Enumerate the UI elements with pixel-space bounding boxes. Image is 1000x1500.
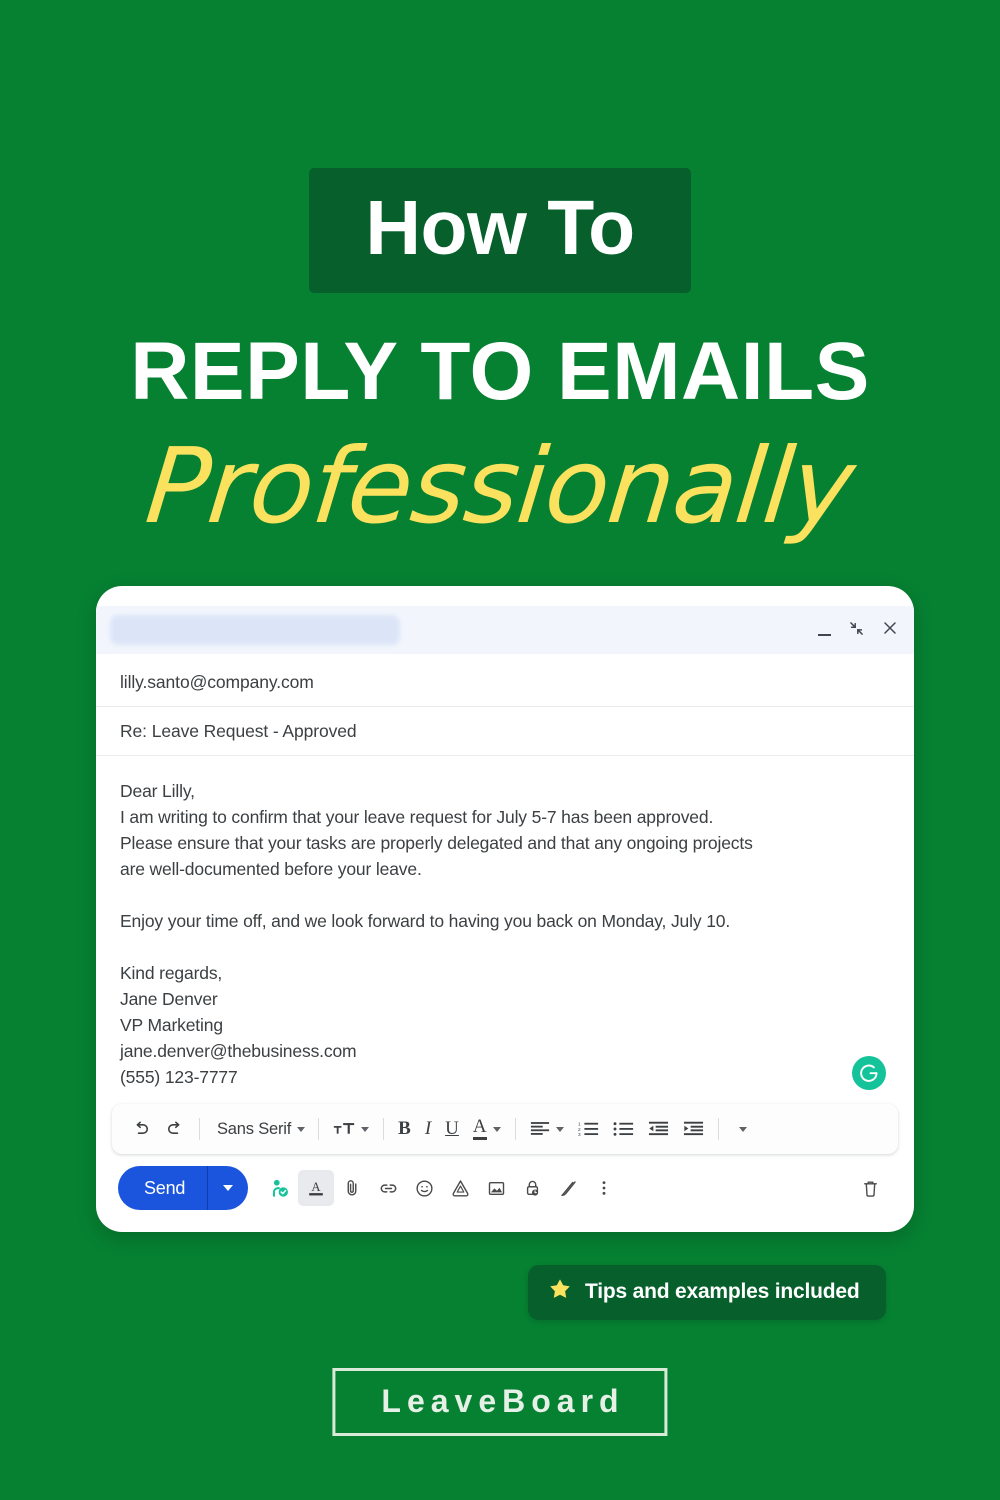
chevron-down-icon — [738, 1126, 747, 1132]
body-line-3: are well-documented before your leave. — [120, 859, 422, 879]
hero-section: How To REPLY TO EMAILS Professionally — [0, 0, 1000, 548]
grammarly-icon[interactable] — [852, 1056, 886, 1090]
svg-text:3: 3 — [578, 1132, 581, 1138]
chevron-down-icon — [223, 1185, 234, 1191]
formatting-options-icon[interactable]: A — [298, 1170, 335, 1206]
star-icon — [548, 1277, 572, 1307]
tips-badge: Tips and examples included — [528, 1265, 886, 1320]
compose-tool-icons: A — [262, 1170, 622, 1206]
attach-file-icon[interactable] — [334, 1170, 370, 1206]
undo-icon[interactable] — [124, 1111, 158, 1147]
indent-more-icon[interactable] — [676, 1111, 711, 1147]
svg-text:1: 1 — [578, 1122, 581, 1128]
align-left-icon[interactable] — [523, 1111, 571, 1147]
toolbar-divider-5 — [717, 1118, 719, 1140]
compose-action-bar: Send A — [96, 1154, 914, 1232]
font-family-label: Sans Serif — [217, 1119, 292, 1138]
close-icon[interactable] — [882, 620, 898, 640]
send-button-group[interactable]: Send — [118, 1166, 249, 1210]
body-spacer-1 — [120, 882, 890, 908]
text-color-button[interactable]: A — [466, 1111, 508, 1147]
body-greeting: Dear Lilly, — [120, 781, 195, 801]
grammarly-check-icon[interactable] — [262, 1170, 298, 1206]
toolbar-divider-2 — [318, 1118, 320, 1140]
font-family-select[interactable]: Sans Serif — [207, 1111, 311, 1147]
email-body-editor[interactable]: Dear Lilly, I am writing to confirm that… — [96, 756, 914, 1098]
send-button[interactable]: Send — [118, 1178, 207, 1199]
indent-less-icon[interactable] — [641, 1111, 676, 1147]
brand-logo: LeaveBoard — [332, 1368, 668, 1436]
bold-button[interactable]: B — [391, 1111, 418, 1147]
numbered-list-icon[interactable]: 1 2 3 — [571, 1111, 606, 1147]
signature-email: jane.denver@thebusiness.com — [120, 1041, 357, 1061]
body-line-4: Enjoy your time off, and we look forward… — [120, 911, 731, 931]
font-size-select[interactable] — [326, 1111, 376, 1147]
body-line-1: I am writing to confirm that your leave … — [120, 807, 714, 827]
text-color-label: A — [472, 1117, 487, 1140]
discard-draft-icon[interactable] — [852, 1170, 888, 1206]
italic-button[interactable]: I — [418, 1111, 438, 1147]
insert-signature-icon[interactable] — [550, 1170, 586, 1206]
hero-eyebrow-badge: How To — [309, 168, 691, 293]
hero-script-subtitle: Professionally — [140, 425, 860, 547]
compose-window-title-bar — [96, 606, 914, 654]
signature-name: Jane Denver — [120, 989, 218, 1009]
insert-photo-icon[interactable] — [478, 1170, 514, 1206]
email-compose-card: lilly.santo@company.com Re: Leave Reques… — [96, 586, 914, 1232]
underline-button[interactable]: U — [438, 1111, 466, 1147]
insert-drive-file-icon[interactable] — [442, 1170, 478, 1206]
more-formatting-icon[interactable] — [726, 1111, 754, 1147]
body-spacer-2 — [120, 934, 890, 960]
email-compose-card-wrapper: lilly.santo@company.com Re: Leave Reques… — [96, 586, 914, 1232]
chevron-down-icon — [297, 1126, 306, 1132]
chevron-down-icon — [361, 1126, 370, 1132]
signature-title: VP Marketing — [120, 1015, 223, 1035]
toolbar-divider-4 — [514, 1118, 516, 1140]
send-options-button[interactable] — [208, 1166, 248, 1210]
exit-fullscreen-icon[interactable] — [849, 621, 864, 640]
chevron-down-icon — [555, 1126, 564, 1132]
minimize-icon[interactable] — [818, 629, 831, 636]
chevron-down-icon — [492, 1126, 501, 1132]
body-line-2: Please ensure that your tasks are proper… — [120, 833, 753, 853]
insert-link-icon[interactable] — [370, 1170, 406, 1206]
toolbar-divider-1 — [199, 1118, 200, 1140]
more-options-icon[interactable] — [586, 1170, 622, 1206]
signature-phone: (555) 123-7777 — [120, 1067, 238, 1087]
formatting-toolbar: Sans Serif B I U A 1 2 3 — [112, 1104, 898, 1154]
subject-field[interactable]: Re: Leave Request - Approved — [96, 707, 914, 756]
hero-headline: REPLY TO EMAILS — [130, 326, 870, 417]
compose-window-title-redacted — [110, 615, 400, 645]
toolbar-divider-3 — [383, 1118, 385, 1140]
confidential-mode-icon[interactable] — [514, 1170, 550, 1206]
bulleted-list-icon[interactable] — [606, 1111, 641, 1147]
recipient-field[interactable]: lilly.santo@company.com — [96, 654, 914, 707]
window-controls — [818, 620, 898, 640]
signature-sign-off: Kind regards, — [120, 963, 223, 983]
tips-badge-label: Tips and examples included — [585, 1280, 860, 1303]
redo-icon[interactable] — [158, 1111, 192, 1147]
svg-text:2: 2 — [578, 1127, 581, 1133]
svg-text:A: A — [312, 1180, 322, 1194]
insert-emoji-icon[interactable] — [406, 1170, 442, 1206]
